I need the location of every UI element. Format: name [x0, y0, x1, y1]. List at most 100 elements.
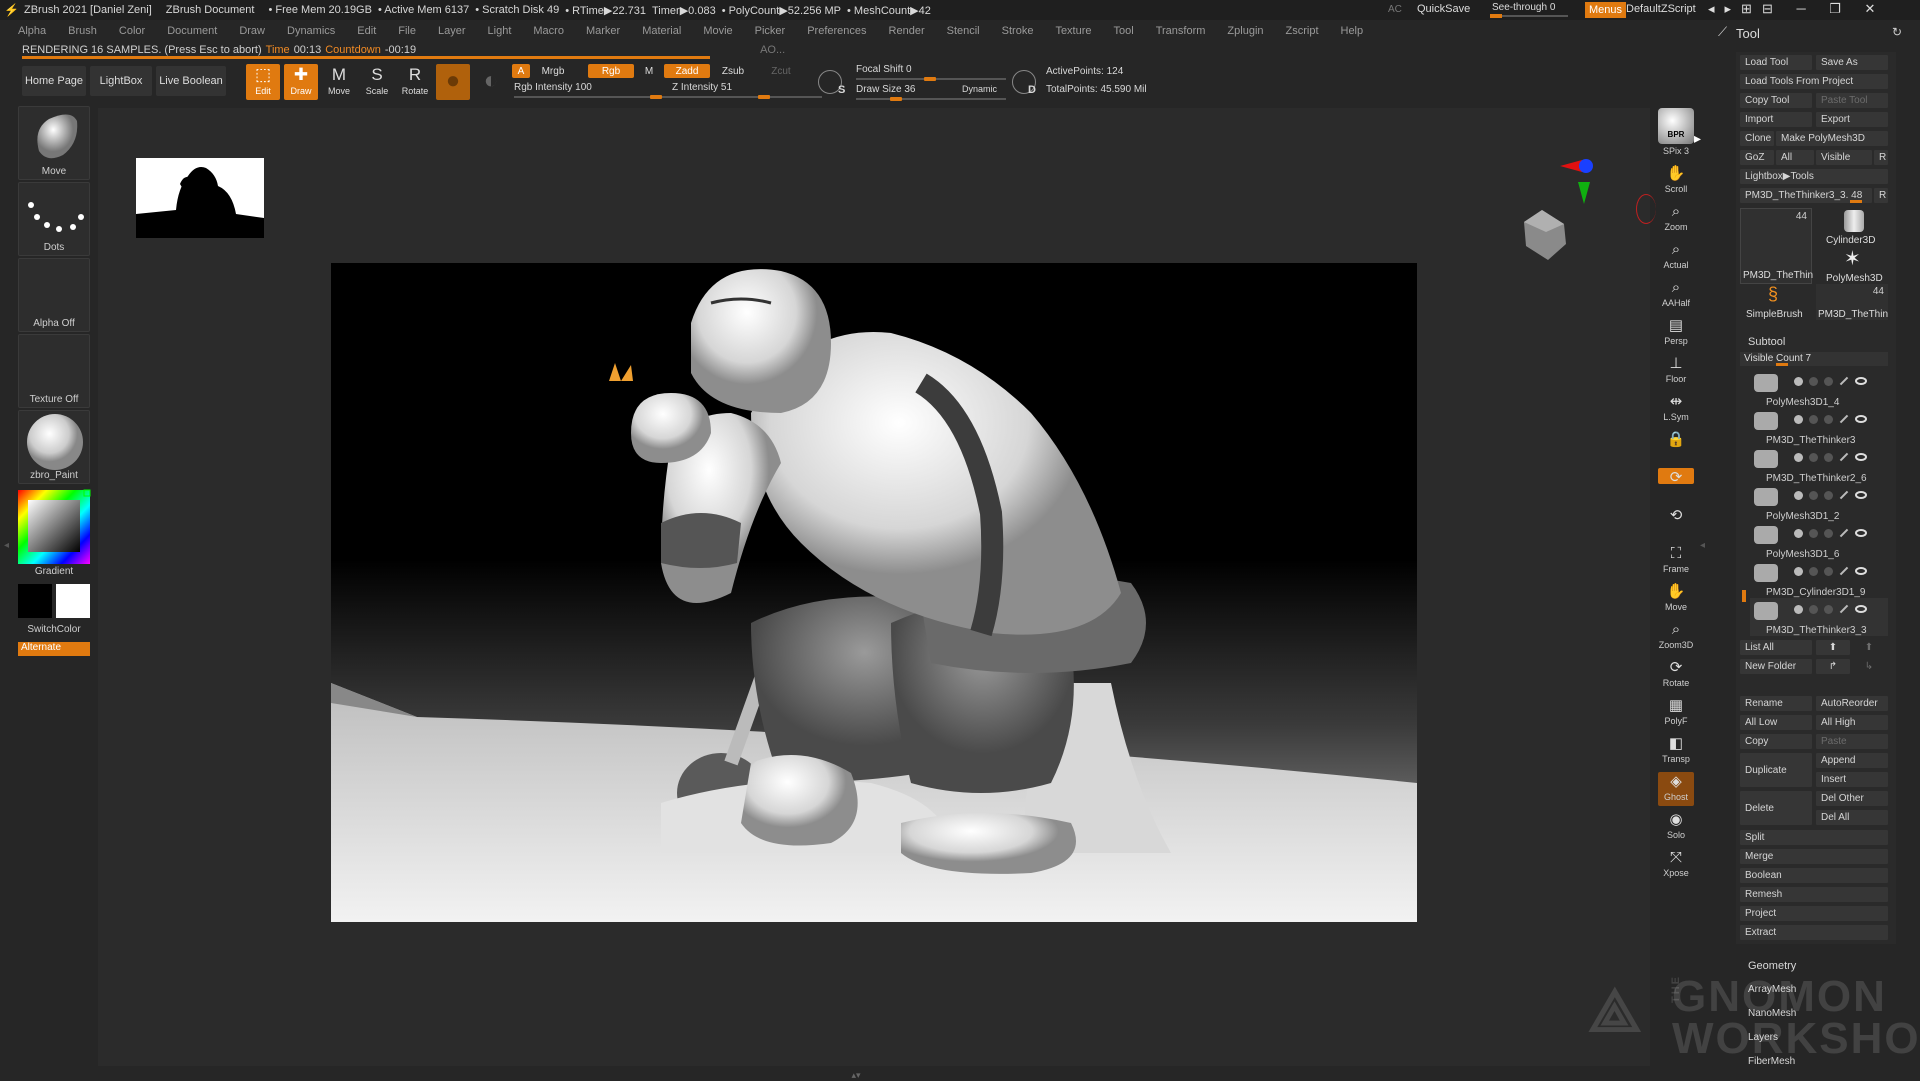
visible-count-knob[interactable]: [1776, 363, 1788, 366]
folder-toggle-icon[interactable]: [1794, 528, 1803, 538]
live-boolean-button[interactable]: Live Boolean: [156, 66, 226, 96]
subtool-row[interactable]: PM3D_TheThinker3: [1750, 408, 1888, 446]
orientation-ball[interactable]: [1512, 200, 1576, 264]
export-button[interactable]: Export: [1816, 112, 1888, 127]
menu-color[interactable]: Color: [119, 25, 145, 37]
move-up-icon[interactable]: ⬆: [1816, 640, 1850, 655]
subtool-toggles[interactable]: [1794, 452, 1884, 462]
all-high-button[interactable]: All High: [1816, 715, 1888, 730]
tool-panel-pin-icon[interactable]: ⟋: [1718, 24, 1727, 40]
tool-thumb-simplebrush[interactable]: § SimpleBrush: [1740, 284, 1812, 320]
eye-icon[interactable]: [1855, 567, 1867, 575]
view-transp-button[interactable]: ◧ Transp: [1658, 734, 1694, 768]
menu-edit[interactable]: Edit: [357, 25, 376, 37]
eye-icon[interactable]: [1855, 377, 1867, 385]
polypaint-toggle-icon[interactable]: [1824, 452, 1833, 462]
folder-toggle-icon[interactable]: [1794, 376, 1803, 386]
menu-texture[interactable]: Texture: [1055, 25, 1091, 37]
polypaint-toggle-icon[interactable]: [1824, 376, 1833, 386]
tool-thumb-active[interactable]: 44 PM3D_TheThin: [1740, 208, 1813, 284]
spix-setting[interactable]: SPix 3: [1658, 146, 1694, 156]
new-folder-button[interactable]: New Folder: [1740, 659, 1812, 674]
make-polymesh-button[interactable]: Make PolyMesh3D: [1776, 131, 1888, 146]
menu-zscript[interactable]: Zscript: [1286, 25, 1319, 37]
alternate-toggle[interactable]: Alternate: [18, 642, 90, 656]
subtool-row[interactable]: PM3D_TheThinker3_3: [1750, 598, 1888, 636]
bottom-tray-handle-icon[interactable]: ▴▾: [808, 1070, 904, 1080]
zadd-toggle[interactable]: Zadd: [664, 64, 710, 78]
polypaint-toggle-icon[interactable]: [1824, 604, 1833, 614]
draw-size-slider[interactable]: [890, 97, 902, 101]
tool-thumb-polymesh[interactable]: ✶ PolyMesh3D: [1816, 246, 1888, 284]
eye-icon[interactable]: [1855, 605, 1867, 613]
import-button[interactable]: Import: [1740, 112, 1812, 127]
menu-marker[interactable]: Marker: [586, 25, 620, 37]
clone-button[interactable]: Clone: [1740, 131, 1774, 146]
geometry-section[interactable]: Geometry: [1748, 960, 1796, 972]
subtool-row[interactable]: PM3D_Cylinder3D1_9: [1750, 560, 1888, 598]
subtool-toggles[interactable]: [1794, 566, 1884, 576]
del-all-button[interactable]: Del All: [1816, 810, 1888, 825]
brush-toggle-icon[interactable]: [1839, 528, 1849, 538]
focal-shift-slider[interactable]: [924, 77, 936, 81]
menu-brush[interactable]: Brush: [68, 25, 97, 37]
subtool-toggles[interactable]: [1794, 376, 1884, 386]
view-zoom-button[interactable]: ⌕ Zoom: [1658, 202, 1694, 236]
move-button[interactable]: M Move: [322, 64, 356, 100]
right-tray-arrow-icon[interactable]: ◂: [1700, 540, 1705, 560]
move-down-icon[interactable]: ⬆: [1852, 640, 1886, 655]
menus-toggle[interactable]: Menus: [1585, 2, 1627, 18]
brush-toggle-icon[interactable]: [1839, 490, 1849, 500]
view-solo-button[interactable]: ◉ Solo: [1658, 810, 1694, 844]
folder-arrow-icon[interactable]: ↱: [1816, 659, 1850, 674]
boolean-button[interactable]: Boolean: [1740, 868, 1888, 883]
eye-icon[interactable]: [1855, 453, 1867, 461]
a-toggle[interactable]: A: [512, 64, 530, 78]
menu-document[interactable]: Document: [167, 25, 217, 37]
view-tool-10-button[interactable]: ⟲: [1658, 506, 1694, 540]
subtool-toggles[interactable]: [1794, 414, 1884, 424]
subtool-row[interactable]: PM3D_TheThinker2_6: [1750, 446, 1888, 484]
brush-toggle-icon[interactable]: [1839, 604, 1849, 614]
save-as-button[interactable]: Save As: [1816, 55, 1888, 70]
visible-count-slider[interactable]: Visible Count 7: [1740, 352, 1888, 366]
menu-zplugin[interactable]: Zplugin: [1227, 25, 1263, 37]
subtool-row[interactable]: PolyMesh3D1_6: [1750, 522, 1888, 560]
menu-stroke[interactable]: Stroke: [1002, 25, 1034, 37]
eye-icon[interactable]: [1855, 529, 1867, 537]
paste-subtool-button[interactable]: Paste: [1816, 734, 1888, 749]
view-rotate-button[interactable]: ⟳ Rotate: [1658, 658, 1694, 692]
mrgb-toggle[interactable]: Mrgb: [536, 64, 570, 78]
subtool-row[interactable]: PolyMesh3D1_4: [1750, 370, 1888, 408]
dynamic-toggle-icon[interactable]: [1809, 490, 1818, 500]
tool-panel-reset-icon[interactable]: ↻: [1892, 25, 1902, 39]
menu-macro[interactable]: Macro: [533, 25, 564, 37]
extract-button[interactable]: Extract: [1740, 925, 1888, 940]
silhouette-thumbnail[interactable]: [136, 158, 264, 238]
primary-color-swatch[interactable]: [56, 584, 90, 618]
lightbox-tools-button[interactable]: Lightbox▶Tools: [1740, 169, 1888, 184]
polypaint-toggle-icon[interactable]: [1824, 414, 1833, 424]
window-controls[interactable]: ◂▸⊞⊟ ─ ❐ ✕: [1708, 1, 1885, 17]
dynamic-toggle-icon[interactable]: [1809, 566, 1818, 576]
goz-button[interactable]: GoZ: [1740, 150, 1774, 165]
menu-picker[interactable]: Picker: [755, 25, 786, 37]
folder-toggle-icon[interactable]: [1794, 452, 1803, 462]
subtool-toggles[interactable]: [1794, 528, 1884, 538]
gradient-label[interactable]: Gradient: [18, 566, 90, 577]
view-ghost-button[interactable]: ◈ Ghost: [1658, 772, 1694, 806]
rgb-intensity-slider[interactable]: [650, 95, 662, 99]
rename-button[interactable]: Rename: [1740, 696, 1812, 711]
material-slot[interactable]: zbro_Paint: [18, 410, 90, 484]
draw-button[interactable]: ✚ Draw: [284, 64, 318, 100]
dynamic-toggle-icon[interactable]: [1809, 528, 1818, 538]
dynamic-toggle-icon[interactable]: [1809, 452, 1818, 462]
tool-thumb-thinker[interactable]: 44 PM3D_TheThin: [1816, 284, 1888, 320]
load-tool-button[interactable]: Load Tool: [1740, 55, 1812, 70]
quicksave-button[interactable]: QuickSave: [1417, 3, 1470, 15]
view-tool-9-button[interactable]: ⟳: [1658, 468, 1694, 486]
split-button[interactable]: Split: [1740, 830, 1888, 845]
subtool-toggles[interactable]: [1794, 604, 1884, 614]
see-through-knob[interactable]: [1490, 14, 1502, 18]
folder-toggle-icon[interactable]: [1794, 414, 1803, 424]
